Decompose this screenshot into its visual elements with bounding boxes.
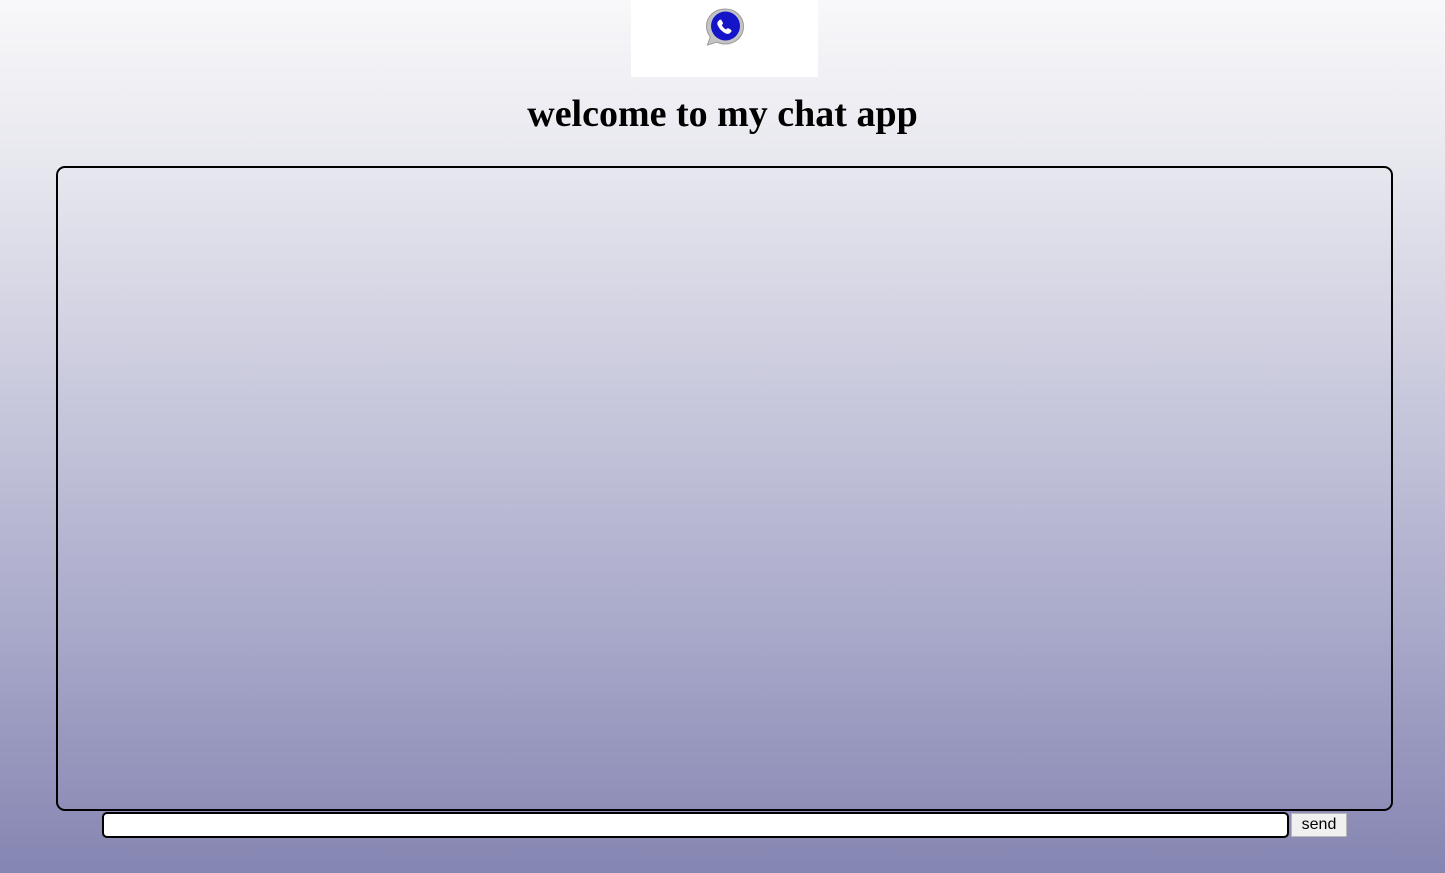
page-title: welcome to my chat app	[527, 93, 918, 135]
chat-logo-icon	[705, 8, 745, 46]
send-button[interactable]: send	[1291, 813, 1347, 837]
chat-messages-area[interactable]	[56, 166, 1393, 811]
message-input[interactable]	[102, 812, 1289, 838]
logo-container	[631, 0, 818, 77]
